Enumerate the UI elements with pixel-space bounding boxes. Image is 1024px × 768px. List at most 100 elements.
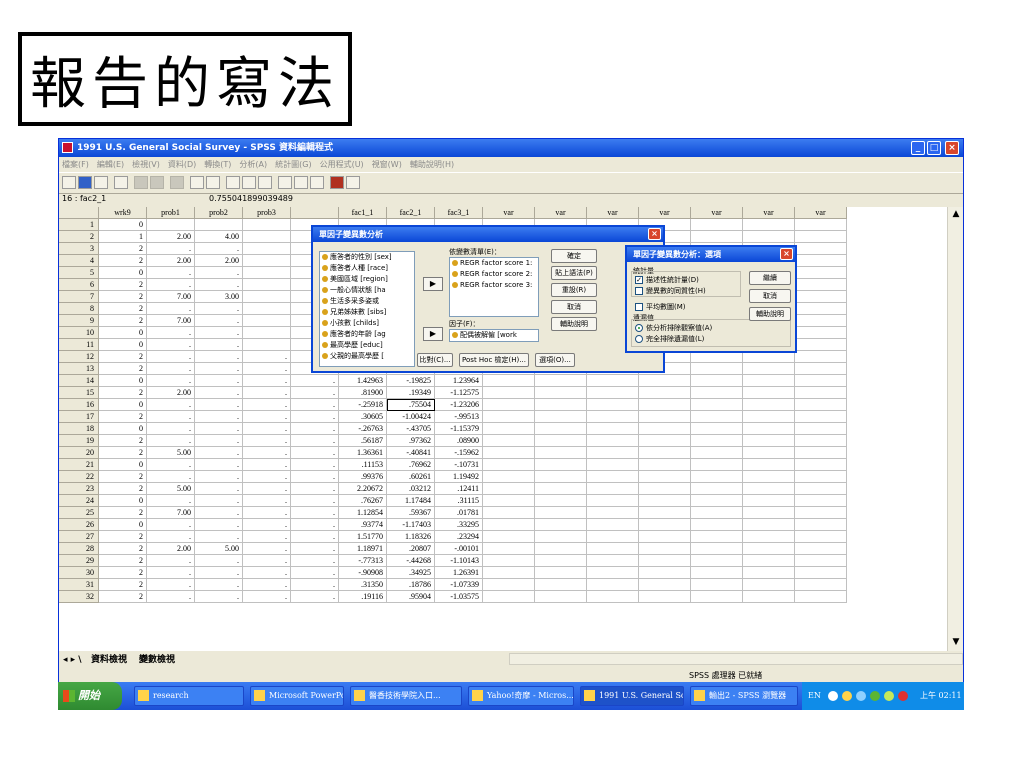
table-cell[interactable]	[587, 531, 639, 543]
row-header[interactable]: 26	[59, 519, 99, 531]
menu-item[interactable]: 分析(A)	[239, 158, 267, 171]
table-cell[interactable]	[795, 351, 847, 363]
table-cell[interactable]: .	[147, 519, 195, 531]
table-cell[interactable]: -.15962	[435, 447, 483, 459]
table-cell[interactable]	[743, 447, 795, 459]
table-cell[interactable]: .	[195, 591, 243, 603]
table-cell[interactable]: .	[291, 483, 339, 495]
table-cell[interactable]	[483, 567, 535, 579]
row-header[interactable]: 17	[59, 411, 99, 423]
row-header[interactable]: 5	[59, 267, 99, 279]
descriptive-checkbox[interactable]: ✓	[635, 276, 643, 284]
table-cell[interactable]: 2	[99, 447, 147, 459]
print-icon[interactable]	[94, 176, 108, 189]
row-header[interactable]: 15	[59, 387, 99, 399]
taskbar-item[interactable]: Microsoft PowerPoint ...	[250, 686, 344, 706]
table-cell[interactable]	[743, 411, 795, 423]
table-cell[interactable]: .60261	[387, 471, 435, 483]
table-cell[interactable]	[795, 471, 847, 483]
table-cell[interactable]: .	[195, 519, 243, 531]
table-cell[interactable]	[483, 483, 535, 495]
table-cell[interactable]	[743, 543, 795, 555]
table-cell[interactable]: .95904	[387, 591, 435, 603]
list-item[interactable]: 父親的最高學歷 [	[320, 351, 414, 362]
contrast-button[interactable]: 比對(C)...	[417, 353, 453, 367]
table-cell[interactable]	[483, 387, 535, 399]
table-cell[interactable]	[639, 483, 691, 495]
table-cell[interactable]	[795, 219, 847, 231]
continue-button[interactable]: 繼續	[749, 271, 791, 285]
row-header[interactable]: 11	[59, 339, 99, 351]
table-cell[interactable]	[639, 387, 691, 399]
table-cell[interactable]: -1.03575	[435, 591, 483, 603]
table-cell[interactable]: 5.00	[147, 447, 195, 459]
table-cell[interactable]	[795, 591, 847, 603]
table-cell[interactable]: .31350	[339, 579, 387, 591]
value-labels-icon[interactable]	[330, 176, 344, 189]
table-cell[interactable]	[743, 507, 795, 519]
antivirus-icon[interactable]	[870, 691, 880, 701]
security-alert-icon[interactable]	[898, 691, 908, 701]
table-cell[interactable]	[795, 507, 847, 519]
table-cell[interactable]: .	[147, 327, 195, 339]
corner-cell[interactable]	[59, 207, 99, 219]
row-header[interactable]: 16	[59, 399, 99, 411]
table-cell[interactable]	[639, 411, 691, 423]
table-cell[interactable]	[795, 291, 847, 303]
table-cell[interactable]: -1.23206	[435, 399, 483, 411]
list-item[interactable]: REGR factor score 1:	[450, 258, 538, 269]
list-item[interactable]: REGR factor score 2:	[450, 269, 538, 280]
table-cell[interactable]	[587, 519, 639, 531]
table-cell[interactable]	[795, 495, 847, 507]
table-cell[interactable]: .34925	[387, 567, 435, 579]
table-cell[interactable]: .	[291, 579, 339, 591]
table-cell[interactable]: 1.18971	[339, 543, 387, 555]
table-cell[interactable]	[691, 507, 743, 519]
column-header[interactable]: var	[795, 207, 847, 219]
table-cell[interactable]: .	[243, 483, 291, 495]
table-cell[interactable]	[639, 459, 691, 471]
table-cell[interactable]	[691, 543, 743, 555]
exclude-listwise-radio[interactable]	[635, 335, 643, 343]
scroll-down-icon[interactable]: ▼	[951, 637, 961, 647]
table-cell[interactable]: 2.00	[147, 543, 195, 555]
table-cell[interactable]: .	[291, 423, 339, 435]
table-cell[interactable]	[743, 567, 795, 579]
open-icon[interactable]	[62, 176, 76, 189]
table-cell[interactable]: 2	[99, 567, 147, 579]
table-cell[interactable]	[691, 363, 743, 375]
table-cell[interactable]: .	[243, 363, 291, 375]
table-cell[interactable]: 3.00	[195, 291, 243, 303]
table-cell[interactable]: 2	[99, 531, 147, 543]
row-header[interactable]: 1	[59, 219, 99, 231]
table-cell[interactable]: .	[291, 411, 339, 423]
dependent-list[interactable]: REGR factor score 1: REGR factor score 2:…	[449, 257, 539, 317]
table-cell[interactable]: -1.00424	[387, 411, 435, 423]
taskbar-item[interactable]: research	[134, 686, 244, 706]
table-cell[interactable]: 0	[99, 267, 147, 279]
table-cell[interactable]	[795, 363, 847, 375]
table-cell[interactable]: .	[195, 495, 243, 507]
table-cell[interactable]	[795, 375, 847, 387]
table-cell[interactable]: .20807	[387, 543, 435, 555]
table-cell[interactable]: .	[291, 531, 339, 543]
table-cell[interactable]: .	[147, 579, 195, 591]
table-cell[interactable]	[691, 399, 743, 411]
table-cell[interactable]	[535, 579, 587, 591]
table-cell[interactable]	[743, 579, 795, 591]
table-cell[interactable]: .31115	[435, 495, 483, 507]
table-cell[interactable]: 2.00	[195, 255, 243, 267]
table-cell[interactable]: .	[195, 267, 243, 279]
table-cell[interactable]	[587, 447, 639, 459]
table-cell[interactable]: .	[243, 411, 291, 423]
table-cell[interactable]	[535, 495, 587, 507]
table-cell[interactable]: .	[291, 459, 339, 471]
table-cell[interactable]: -.19825	[387, 375, 435, 387]
table-cell[interactable]: 0	[99, 219, 147, 231]
table-cell[interactable]: 2	[99, 243, 147, 255]
table-cell[interactable]	[743, 435, 795, 447]
table-cell[interactable]: 7.00	[147, 507, 195, 519]
table-cell[interactable]: .	[195, 411, 243, 423]
table-cell[interactable]	[691, 435, 743, 447]
table-cell[interactable]: .19116	[339, 591, 387, 603]
